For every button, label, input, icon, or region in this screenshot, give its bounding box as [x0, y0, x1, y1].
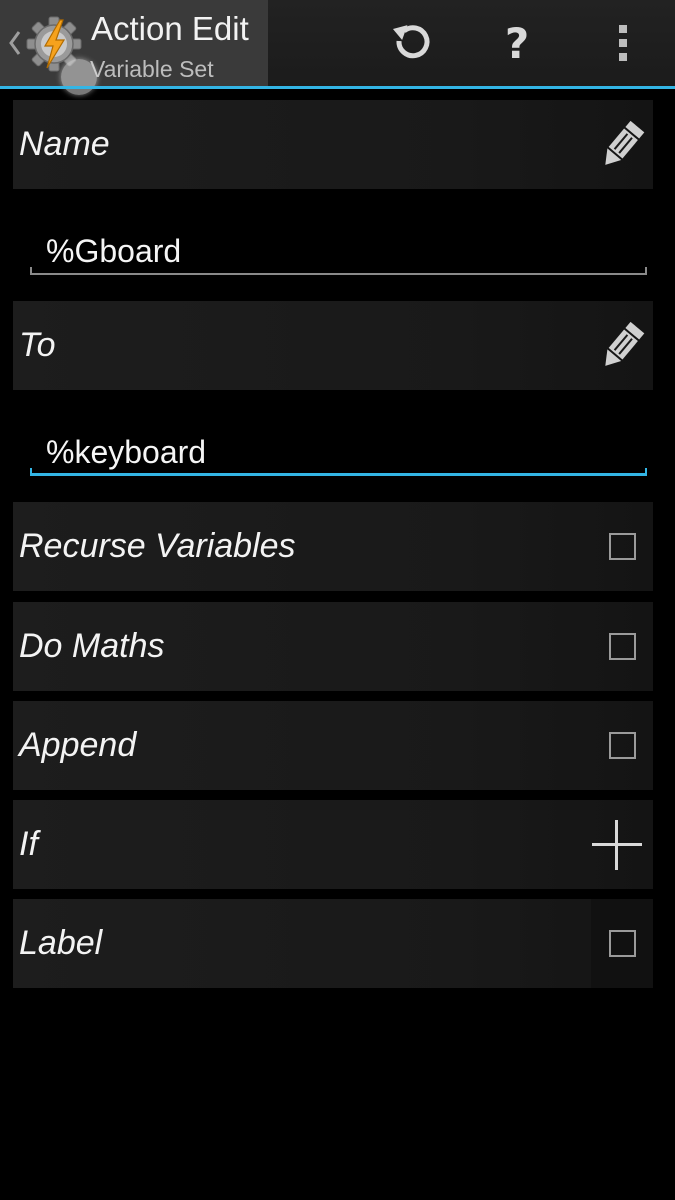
- chevron-left-icon: [9, 31, 21, 55]
- help-icon: ?: [504, 18, 530, 68]
- page-subtitle: Variable Set: [90, 56, 214, 82]
- action-bar-divider: [0, 86, 675, 89]
- append-checkbox[interactable]: [608, 732, 636, 759]
- to-field-value: %keyboard: [46, 434, 207, 470]
- help-button[interactable]: ?: [467, 0, 567, 86]
- append-checkbox-area[interactable]: [591, 701, 653, 790]
- plus-icon: [592, 819, 642, 870]
- label-label: Label: [19, 924, 103, 962]
- to-label: To: [19, 326, 56, 364]
- overflow-menu-button[interactable]: [573, 0, 673, 86]
- label-row[interactable]: Label: [13, 899, 653, 988]
- name-field-underline: [30, 267, 647, 275]
- name-edit-button[interactable]: [591, 100, 653, 189]
- page-title: Action Edit: [91, 10, 249, 47]
- refresh-icon: [392, 25, 430, 59]
- to-row: To: [13, 301, 653, 390]
- to-edit-button[interactable]: [591, 301, 653, 390]
- pencil-icon: [605, 120, 645, 165]
- name-field-value: %Gboard: [46, 233, 182, 269]
- label-checkbox-area[interactable]: [591, 899, 653, 988]
- name-label: Name: [19, 125, 110, 163]
- append-label: Append: [19, 726, 137, 764]
- to-field-underline: [30, 468, 647, 476]
- do-maths-checkbox-area[interactable]: [591, 602, 653, 691]
- append-row[interactable]: Append: [13, 701, 653, 790]
- do-maths-label: Do Maths: [19, 627, 165, 665]
- recurse-variables-row[interactable]: Recurse Variables: [13, 502, 653, 591]
- to-field[interactable]: %keyboard: [30, 426, 647, 476]
- label-checkbox[interactable]: [608, 930, 636, 957]
- action-bar: Action Edit Variable Set ?: [0, 0, 675, 95]
- refresh-button[interactable]: [362, 0, 462, 86]
- touch-indicator: [61, 59, 97, 95]
- do-maths-checkbox[interactable]: [608, 633, 636, 660]
- home-up-button[interactable]: Action Edit Variable Set: [0, 0, 268, 95]
- if-add-button[interactable]: [581, 800, 653, 889]
- recurse-variables-checkbox-area[interactable]: [591, 502, 653, 591]
- recurse-variables-label: Recurse Variables: [19, 527, 296, 565]
- pencil-icon: [605, 321, 645, 366]
- name-field[interactable]: %Gboard: [30, 225, 647, 275]
- overflow-menu-icon: [619, 25, 627, 61]
- if-label: If: [19, 825, 38, 863]
- name-row: Name: [13, 100, 653, 189]
- do-maths-row[interactable]: Do Maths: [13, 602, 653, 691]
- if-row[interactable]: If: [13, 800, 653, 889]
- recurse-variables-checkbox[interactable]: [608, 533, 636, 560]
